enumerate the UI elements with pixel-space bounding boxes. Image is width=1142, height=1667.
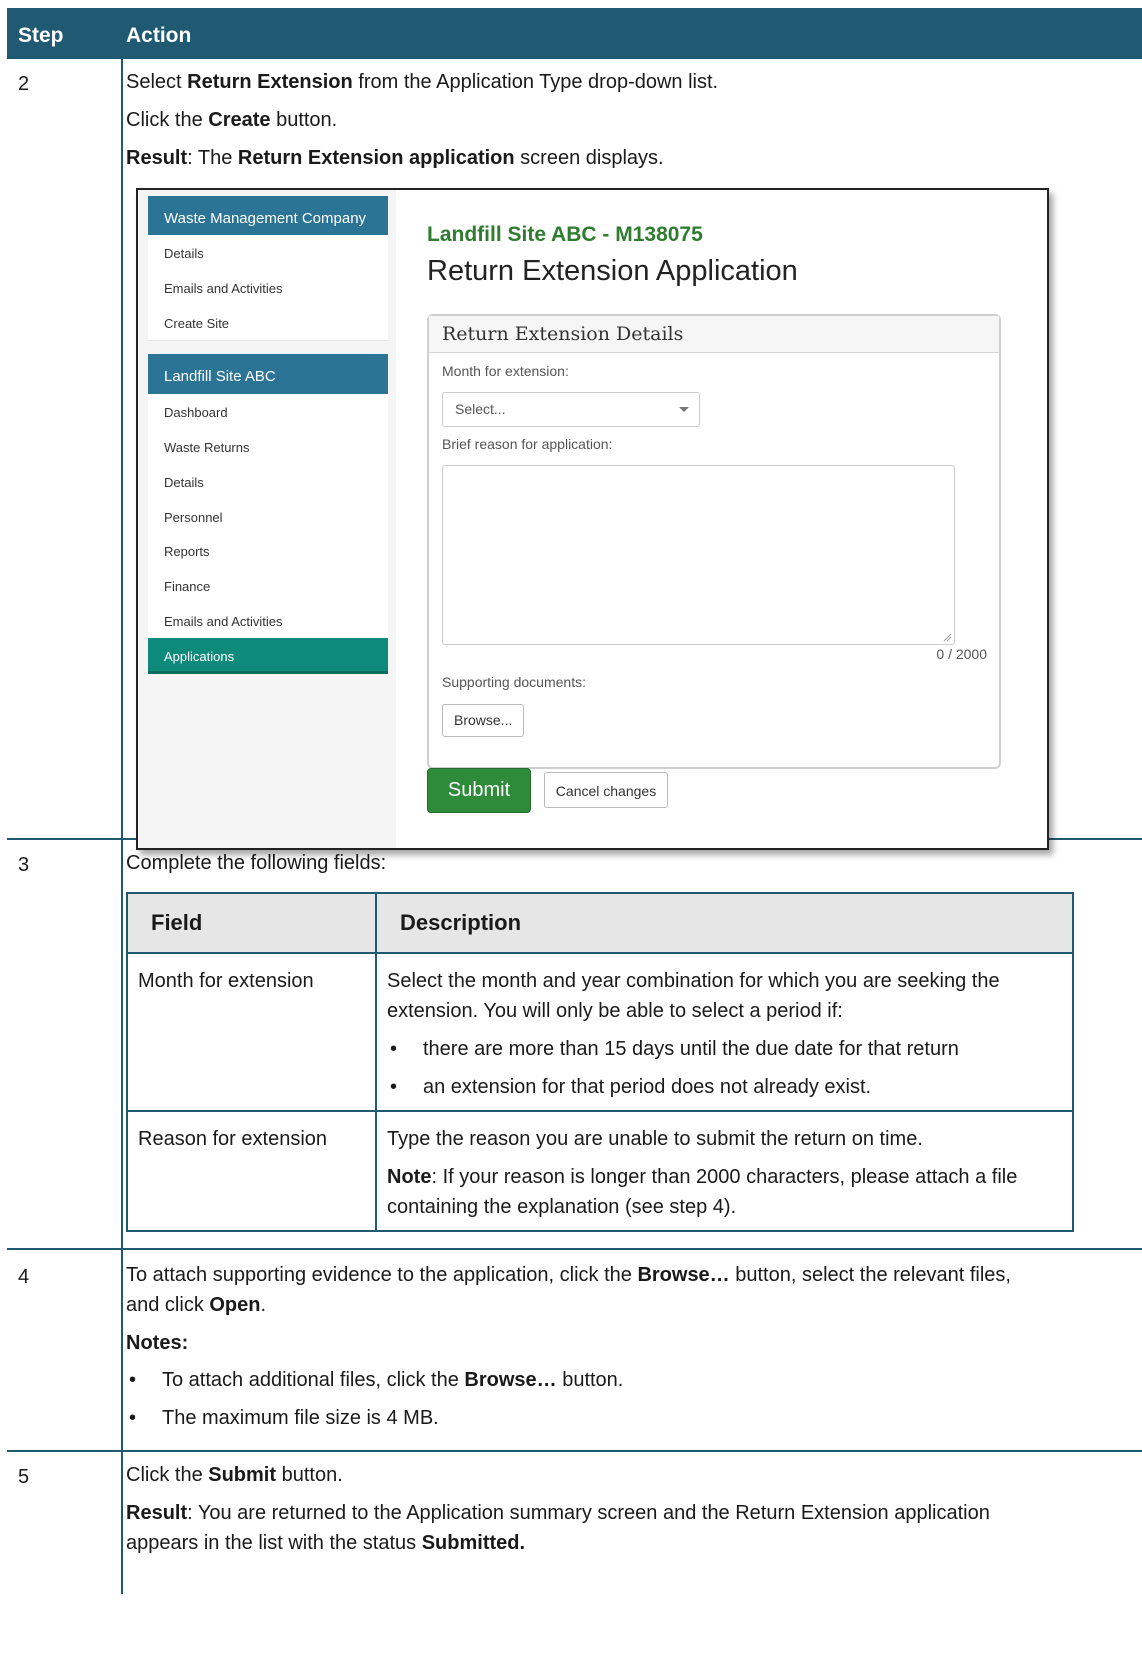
resize-handle-icon[interactable] xyxy=(942,632,952,642)
sidebar-item-reports[interactable]: Reports xyxy=(148,533,388,569)
sidebar-item-site-details[interactable]: Details xyxy=(148,464,388,500)
month-label: Month for extension: xyxy=(442,363,569,379)
sidebar-item-dashboard[interactable]: Dashboard xyxy=(148,394,388,430)
sidebar-item-create-site[interactable]: Create Site xyxy=(148,305,388,341)
column-divider xyxy=(121,1452,123,1594)
sidebar-item-finance[interactable]: Finance xyxy=(148,568,388,604)
sidebar-item-applications[interactable]: Applications xyxy=(148,638,388,674)
step-2-line-2: Click the Create button. xyxy=(126,109,338,131)
description-text: Select the month and year combination fo… xyxy=(387,970,1000,1022)
column-divider xyxy=(121,1250,123,1452)
fields-table: Field Description Month for extension Se… xyxy=(126,892,1074,1232)
sidebar-item-waste-returns[interactable]: Waste Returns xyxy=(148,429,388,465)
step-row-5: 5 Click the Submit button. Result: You a… xyxy=(7,1452,1142,1594)
fields-header-field: Field xyxy=(126,892,377,954)
sidebar-item-personnel[interactable]: Personnel xyxy=(148,499,388,535)
embedded-screenshot: Waste Management Company Details Emails … xyxy=(136,188,1049,850)
step-row-3: 3 Complete the following fields: Field D… xyxy=(7,840,1142,1250)
sidebar-item-emails[interactable]: Emails and Activities xyxy=(148,270,388,306)
column-divider xyxy=(121,840,123,1250)
step-row-4: 4 To attach supporting evidence to the a… xyxy=(7,1250,1142,1452)
note-text: Note: If your reason is longer than 2000… xyxy=(387,1166,1018,1218)
table-row: Month for extension Select the month and… xyxy=(126,952,1074,1112)
table-row: Reason for extension Type the reason you… xyxy=(126,1110,1074,1232)
character-counter: 0 / 2000 xyxy=(936,646,987,662)
step-number: 3 xyxy=(18,854,30,876)
sidebar-site-header[interactable]: Landfill Site ABC xyxy=(148,354,388,398)
sidebar-item-details[interactable]: Details xyxy=(148,235,388,271)
browse-button[interactable]: Browse... xyxy=(442,704,524,737)
description-cell: Type the reason you are unable to submit… xyxy=(375,1110,1074,1232)
panel-title: Return Extension Details xyxy=(429,316,999,353)
step-4-line-2: and click Open. xyxy=(126,1294,267,1316)
cancel-button[interactable]: Cancel changes xyxy=(544,772,668,808)
field-cell: Reason for extension xyxy=(126,1110,377,1232)
header-action: Action xyxy=(126,24,192,47)
list-item: there are more than 15 days until the du… xyxy=(387,1034,1062,1064)
column-divider xyxy=(121,59,123,840)
description-text: Type the reason you are unable to submit… xyxy=(387,1128,923,1150)
chevron-down-icon xyxy=(679,407,689,412)
list-item: • The maximum file size is 4 MB. xyxy=(129,1407,439,1429)
step-2-line-3: Result: The Return Extension application… xyxy=(126,147,664,169)
submit-button[interactable]: Submit xyxy=(427,768,531,813)
step-2-line-1: Select Return Extension from the Applica… xyxy=(126,71,719,93)
list-item: • To attach additional files, click the B… xyxy=(129,1369,624,1391)
details-panel: Return Extension Details Month for exten… xyxy=(427,314,1001,769)
step-4-notes: Notes: xyxy=(126,1332,189,1354)
fields-header-description: Description xyxy=(375,892,1074,954)
reason-label: Brief reason for application: xyxy=(442,436,613,452)
sidebar: Waste Management Company Details Emails … xyxy=(138,190,396,848)
reason-textarea[interactable] xyxy=(442,465,955,645)
step-4-line-1: To attach supporting evidence to the app… xyxy=(126,1264,1011,1286)
step-5-line-1: Click the Submit button. xyxy=(126,1464,343,1486)
step-5-line-2: Result: You are returned to the Applicat… xyxy=(126,1502,990,1524)
field-cell: Month for extension xyxy=(126,952,377,1112)
page-title: Return Extension Application xyxy=(427,255,798,287)
month-select[interactable]: Select... xyxy=(442,392,700,427)
step-number: 5 xyxy=(18,1466,30,1488)
sidebar-item-site-emails[interactable]: Emails and Activities xyxy=(148,603,388,639)
month-select-value: Select... xyxy=(455,401,506,417)
site-title: Landfill Site ABC - M138075 xyxy=(427,223,703,246)
documents-label: Supporting documents: xyxy=(442,674,586,690)
list-item: an extension for that period does not al… xyxy=(387,1072,1062,1102)
step-3-intro: Complete the following fields: xyxy=(126,852,387,874)
description-cell: Select the month and year combination fo… xyxy=(375,952,1074,1112)
table-header: Step Action xyxy=(7,8,1142,59)
header-step: Step xyxy=(18,24,64,47)
step-number: 4 xyxy=(18,1266,30,1288)
main-content: Landfill Site ABC - M138075 Return Exten… xyxy=(396,190,1047,848)
step-number: 2 xyxy=(18,73,30,95)
step-5-line-3: appears in the list with the status Subm… xyxy=(126,1532,526,1554)
sidebar-company-header[interactable]: Waste Management Company xyxy=(148,196,388,240)
